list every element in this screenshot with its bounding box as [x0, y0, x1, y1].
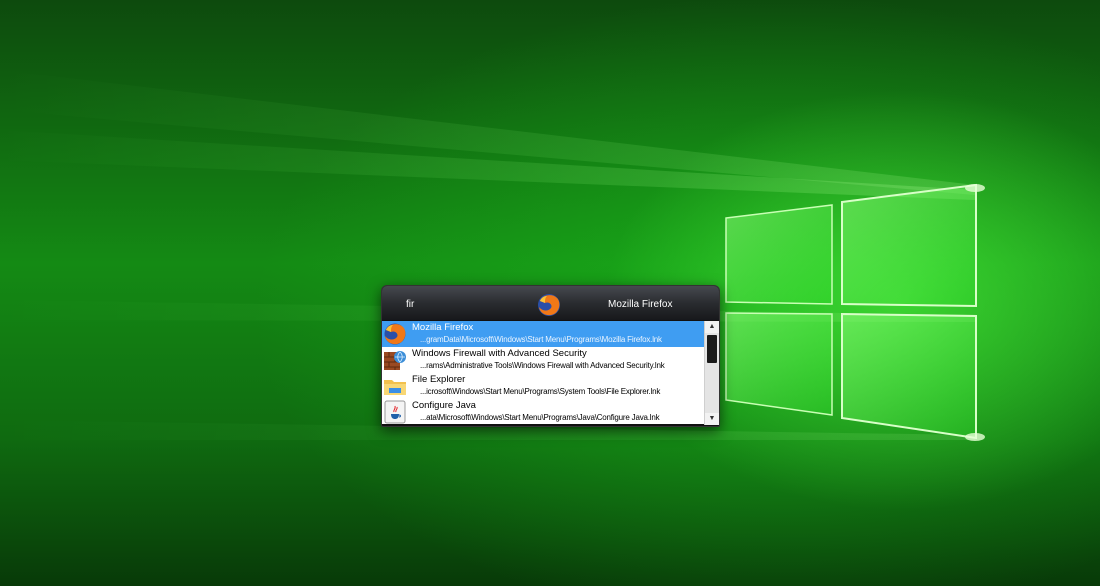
- result-item-configure-java[interactable]: Configure Java ...ata\Microsoft\Windows\…: [382, 399, 704, 424]
- selected-app-title: Mozilla Firefox: [608, 299, 673, 310]
- result-item-mozilla-firefox[interactable]: Mozilla Firefox ...gramData\Microsoft\Wi…: [382, 321, 704, 347]
- search-query[interactable]: fir: [406, 299, 414, 310]
- result-item-file-explorer[interactable]: File Explorer ...icrosoft\Windows\Start …: [382, 373, 704, 399]
- result-name: Windows Firewall with Advanced Security: [412, 348, 587, 359]
- scroll-down-icon[interactable]: ▼: [705, 413, 719, 425]
- launcher-window: fir Mozilla Firefox Mozilla Firefox ...g…: [381, 285, 720, 427]
- result-name: Configure Java: [412, 400, 476, 411]
- results-list: Mozilla Firefox ...gramData\Microsoft\Wi…: [382, 321, 704, 424]
- firefox-icon: [538, 294, 560, 316]
- java-icon: [384, 400, 406, 424]
- result-name: Mozilla Firefox: [412, 322, 474, 333]
- firewall-icon: [384, 351, 406, 370]
- result-path: ...ata\Microsoft\Windows\Start Menu\Prog…: [420, 413, 660, 422]
- result-path: ...gramData\Microsoft\Windows\Start Menu…: [420, 335, 662, 344]
- scroll-thumb[interactable]: [707, 335, 717, 363]
- result-item-windows-firewall[interactable]: Windows Firewall with Advanced Security …: [382, 347, 704, 373]
- result-path: ...rams\Administrative Tools\Windows Fir…: [420, 361, 665, 370]
- firefox-icon: [384, 323, 406, 345]
- scroll-up-icon[interactable]: ▲: [705, 321, 719, 333]
- result-path: ...icrosoft\Windows\Start Menu\Programs\…: [420, 387, 661, 396]
- result-name: File Explorer: [412, 374, 466, 385]
- folder-icon: [384, 380, 406, 395]
- results-scrollbar[interactable]: ▲ ▼: [704, 321, 719, 425]
- launcher-header: fir Mozilla Firefox: [382, 286, 719, 320]
- desktop: fir Mozilla Firefox Mozilla Firefox ...g…: [0, 0, 1100, 586]
